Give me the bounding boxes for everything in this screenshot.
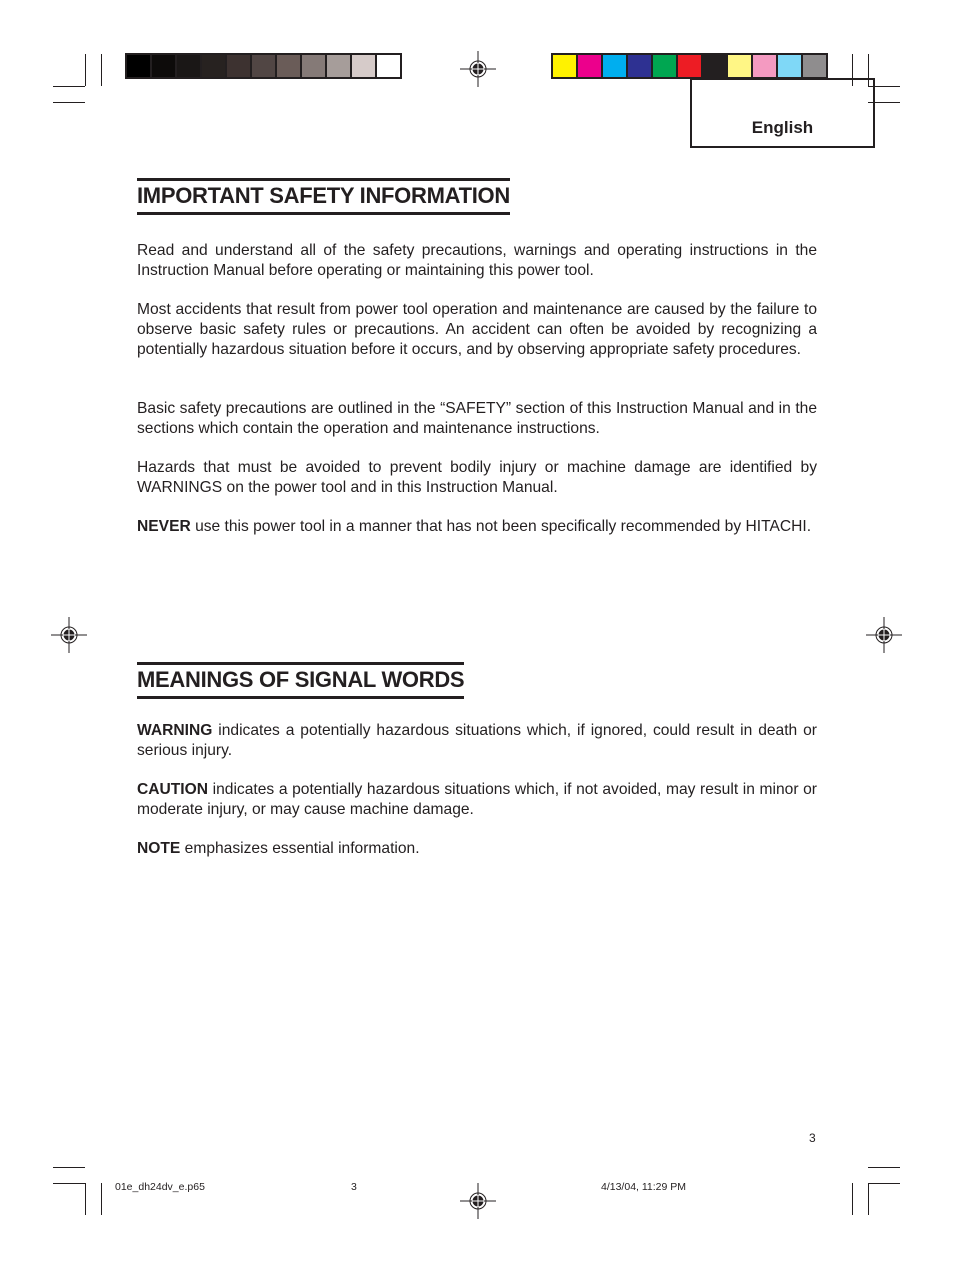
paragraph-text: use this power tool in a manner that has… bbox=[190, 518, 812, 535]
paragraph: CAUTION indicates a potentially hazardou… bbox=[137, 780, 817, 820]
slug-filename: 01e_dh24dv_e.p65 bbox=[115, 1181, 205, 1193]
registration-mark-icon bbox=[866, 617, 902, 653]
process-color-bar bbox=[551, 53, 828, 79]
paragraph: Read and understand all of the safety pr… bbox=[137, 241, 817, 281]
section-heading-signal-words: MEANINGS OF SIGNAL WORDS bbox=[137, 662, 465, 699]
color-swatch bbox=[327, 55, 350, 77]
section-heading-safety-information: IMPORTANT SAFETY INFORMATION bbox=[137, 178, 510, 215]
paragraph-text: indicates a potentially hazardous situat… bbox=[137, 722, 817, 759]
crop-mark bbox=[101, 1183, 102, 1215]
crop-mark bbox=[85, 54, 86, 86]
paragraph: NEVER use this power tool in a manner th… bbox=[137, 517, 817, 537]
color-swatch bbox=[703, 55, 726, 77]
color-swatch bbox=[377, 55, 400, 77]
color-swatch bbox=[277, 55, 300, 77]
language-label: English bbox=[751, 118, 814, 137]
signal-word-caution: CAUTION bbox=[137, 781, 209, 798]
color-swatch bbox=[227, 55, 250, 77]
registration-mark-icon bbox=[51, 617, 87, 653]
color-swatch bbox=[803, 55, 826, 77]
crop-mark bbox=[53, 1167, 85, 1168]
color-swatch bbox=[628, 55, 651, 77]
paragraph-text: Most accidents that result from power to… bbox=[137, 301, 817, 358]
color-swatch bbox=[152, 55, 175, 77]
color-swatch bbox=[252, 55, 275, 77]
crop-mark bbox=[53, 102, 85, 103]
color-swatch bbox=[728, 55, 751, 77]
signal-word-warning: WARNING bbox=[137, 722, 213, 739]
color-swatch bbox=[778, 55, 801, 77]
color-swatch bbox=[603, 55, 626, 77]
crop-mark bbox=[53, 86, 85, 87]
signal-word-note: NOTE bbox=[137, 840, 181, 857]
paragraph-text: Hazards that must be avoided to prevent … bbox=[137, 459, 817, 496]
paragraph: WARNING indicates a potentially hazardou… bbox=[137, 721, 817, 761]
crop-mark bbox=[101, 54, 102, 86]
color-swatch bbox=[578, 55, 601, 77]
paragraph-text: Read and understand all of the safety pr… bbox=[137, 242, 817, 279]
crop-mark bbox=[53, 1183, 85, 1184]
color-swatch bbox=[352, 55, 375, 77]
grayscale-color-bar bbox=[125, 53, 402, 79]
slug-page: 3 bbox=[351, 1181, 357, 1193]
color-swatch bbox=[753, 55, 776, 77]
language-tab: English bbox=[690, 78, 875, 148]
paragraph: NOTE emphasizes essential information. bbox=[137, 839, 817, 859]
slug-timestamp: 4/13/04, 11:29 PM bbox=[601, 1181, 687, 1193]
registration-mark-icon bbox=[460, 51, 496, 87]
crop-mark bbox=[868, 1183, 900, 1184]
page-number: 3 bbox=[809, 1131, 816, 1145]
color-swatch bbox=[177, 55, 200, 77]
paragraph-text: emphasizes essential information. bbox=[180, 840, 420, 857]
paragraph: Basic safety precautions are outlined in… bbox=[137, 399, 817, 439]
color-swatch bbox=[202, 55, 225, 77]
crop-mark bbox=[868, 1167, 900, 1168]
paragraph: Hazards that must be avoided to prevent … bbox=[137, 458, 817, 498]
paragraph: Most accidents that result from power to… bbox=[137, 300, 817, 359]
crop-mark bbox=[868, 1183, 869, 1215]
paragraph-lead-never: NEVER bbox=[137, 518, 191, 535]
crop-mark bbox=[85, 1183, 86, 1215]
paragraph-text: Basic safety precautions are outlined in… bbox=[137, 400, 817, 437]
color-swatch bbox=[127, 55, 150, 77]
color-swatch bbox=[553, 55, 576, 77]
crop-mark bbox=[852, 1183, 853, 1215]
color-swatch bbox=[653, 55, 676, 77]
color-swatch bbox=[678, 55, 701, 77]
registration-mark-icon bbox=[460, 1183, 496, 1219]
paragraph-text: indicates a potentially hazardous situat… bbox=[137, 781, 817, 818]
color-swatch bbox=[302, 55, 325, 77]
